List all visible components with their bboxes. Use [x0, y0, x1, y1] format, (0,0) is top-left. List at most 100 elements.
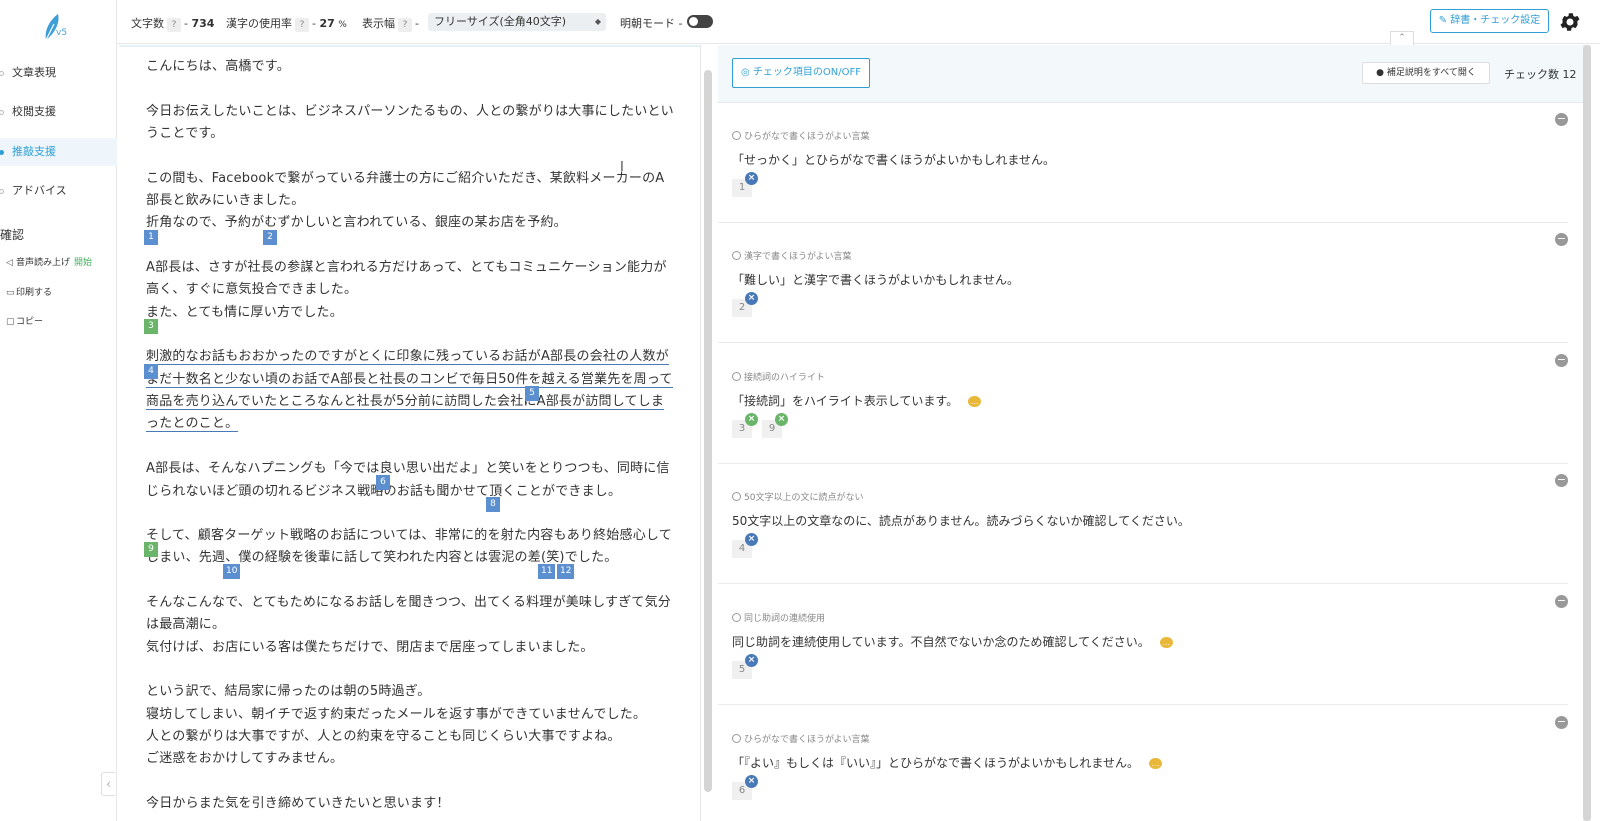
check-tag[interactable]: 9 ×	[762, 413, 788, 438]
note-bubble-icon[interactable]: …	[1149, 758, 1163, 769]
check-tag[interactable]: 5 ×	[732, 654, 758, 679]
editor-line: 寝坊してしまい、朝イチで返す約束だったメールを返す事ができていませんでした。	[146, 707, 647, 722]
check-tag[interactable]: 4 ×	[732, 533, 758, 558]
nav-item-advice[interactable]: アドバイス	[0, 180, 117, 202]
editor-line: は最高潮に。	[146, 617, 226, 632]
collapse-card-icon[interactable]: −	[1555, 716, 1568, 729]
text-cursor-icon: I	[620, 160, 624, 175]
open-all-notes-button[interactable]: ● 補足説明をすべて開く	[1362, 62, 1490, 84]
read-aloud-button[interactable]: ◁ 音声読み上げ 開始	[6, 255, 92, 268]
marker-9[interactable]: 9	[144, 542, 158, 557]
char-count: 文字数? - 734	[131, 15, 214, 32]
editor-line: 商品を売り込んでいたところなんと社長が5分前に訪問した会社にA部長が訪問してしま	[146, 390, 665, 410]
kanji-ratio: 漢字の使用率? - 27 %	[226, 15, 347, 32]
kanji-ratio-label: 漢字の使用率	[226, 17, 292, 30]
nav-item-bunsho-hyogen[interactable]: 文章表現	[0, 62, 117, 84]
check-category-label: ひらがなで書くほうがよい言葉	[744, 132, 870, 142]
toggle-check-items-button[interactable]: ◎ チェック項目のON/OFF	[732, 58, 870, 88]
marker-6[interactable]: 6	[376, 475, 390, 490]
collapse-card-icon[interactable]: −	[1555, 474, 1568, 487]
check-icon	[732, 131, 741, 140]
check-category-label: 同じ助詞の連続使用	[744, 614, 826, 624]
editor-line: この間も、Facebookで繋がっている弁護士の方にご紹介いただき、某飲料メーカ…	[146, 171, 665, 186]
check-tag-number: 2	[738, 302, 746, 313]
check-category-label: 漢字で書くほうがよい言葉	[744, 252, 852, 262]
marker-2[interactable]: 2	[263, 230, 277, 245]
check-results-panel: ◎ チェック項目のON/OFF ● 補足説明をすべて開く チェック数 12 − …	[718, 45, 1588, 821]
editor-line: 刺激的なお話もおおかったのですがとくに印象に残っているお話がA部長の会社の人数が	[146, 345, 669, 365]
check-category: 接続詞のハイライト	[732, 370, 825, 383]
help-icon[interactable]: ?	[295, 18, 309, 32]
note-bubble-icon[interactable]: …	[1159, 637, 1173, 648]
check-tag[interactable]: 3 ×	[732, 413, 758, 438]
dismiss-icon[interactable]: ×	[745, 292, 758, 305]
help-icon[interactable]: ?	[398, 18, 412, 32]
check-category-label: ひらがなで書くほうがよい言葉	[744, 735, 870, 745]
dismiss-icon[interactable]: ×	[745, 413, 758, 426]
collapse-card-icon[interactable]: −	[1555, 233, 1568, 246]
dictionary-settings-button[interactable]: ✎ 辞書・チェック設定	[1430, 9, 1549, 33]
pen-logo-icon[interactable]	[34, 12, 74, 42]
check-icon	[732, 372, 741, 381]
dismiss-icon[interactable]: ×	[775, 413, 788, 426]
display-width-label: 表示幅	[362, 17, 395, 30]
printer-icon: ▭	[6, 288, 15, 298]
nav-label: 校閲支援	[12, 105, 56, 118]
read-aloud-label: 音声読み上げ	[16, 258, 71, 268]
dismiss-icon[interactable]: ×	[745, 533, 758, 546]
editor-line: ご迷惑をおかけしてすみません。	[146, 751, 344, 766]
mincho-mode-toggle[interactable]	[687, 15, 713, 28]
dismiss-icon[interactable]: ×	[745, 775, 758, 788]
sidebar: v5 文章表現 校閲支援 推敲支援 アドバイス 確認 ◁ 音声読み上げ 開始 ▭印刷…	[0, 0, 117, 821]
check-message: 「接続詞」をハイライト表示しています。…	[732, 392, 982, 409]
check-tag-number: 6	[738, 785, 746, 796]
nav-item-suiko-shien[interactable]: 推敲支援	[0, 141, 117, 163]
marker-1[interactable]: 1	[144, 230, 158, 245]
gear-icon[interactable]	[1558, 10, 1582, 34]
nav-label: 推敲支援	[12, 145, 56, 158]
dismiss-icon[interactable]: ×	[745, 172, 758, 185]
check-tag-number: 3	[738, 423, 746, 434]
separator: -	[312, 17, 316, 30]
nav-label: アドバイス	[12, 184, 67, 197]
check-tag[interactable]: 2 ×	[732, 292, 758, 317]
check-tag-number: 4	[738, 543, 746, 554]
nav-item-koetsu-shien[interactable]: 校閲支援	[0, 101, 117, 123]
editor-line: 気付けば、お店にいる客は僕たちだけで、閉店まで居座ってしまいました。	[146, 640, 594, 655]
select-arrows-icon: ◆	[594, 17, 601, 26]
marker-8[interactable]: 8	[486, 497, 500, 512]
dismiss-icon[interactable]: ×	[745, 654, 758, 667]
note-bubble-icon[interactable]: …	[968, 396, 982, 407]
copy-label: コピー	[16, 317, 44, 327]
display-width-select[interactable]: フリーサイズ(全角40文字) ◆	[428, 13, 606, 31]
scrollbar-thumb[interactable]	[1583, 45, 1591, 821]
marker-5[interactable]: 5	[525, 386, 539, 401]
collapse-card-icon[interactable]: −	[1555, 595, 1568, 608]
read-aloud-start[interactable]: 開始	[74, 258, 92, 268]
editor-line: こんにちは、高橋です。	[146, 59, 290, 74]
check-tag[interactable]: 1 ×	[732, 172, 758, 197]
check-tag[interactable]: 6 ×	[732, 775, 758, 800]
dictionary-settings-label: 辞書・チェック設定	[1450, 15, 1541, 26]
clipboard-icon: ▢	[6, 317, 15, 327]
marker-12[interactable]: 12	[557, 564, 575, 579]
marker-3[interactable]: 3	[144, 319, 158, 334]
check-icon	[732, 251, 741, 260]
panel-scrollbar[interactable]	[1583, 45, 1591, 821]
check-card: − 同じ助詞の連続使用 同じ助詞を連続使用しています。不自然でないか念のため確認…	[718, 585, 1568, 705]
collapse-card-icon[interactable]: −	[1555, 354, 1568, 367]
editor-scrollbar[interactable]	[704, 70, 712, 792]
editor-line: A部長は、そんなハプニングも「今では良い思い出だよ」と笑いをとりつつも、同時に信	[146, 461, 670, 476]
text-editor[interactable]: こんにちは、高橋です。 今日お伝えしたいことは、ビジネスパーソンたるもの、人との…	[119, 45, 701, 821]
help-icon[interactable]: ?	[167, 18, 181, 32]
collapse-topbar-button[interactable]: ⌃	[1390, 31, 1414, 45]
toggle-knob	[689, 17, 698, 26]
marker-11[interactable]: 11	[538, 564, 556, 579]
copy-button[interactable]: ▢コピー	[6, 314, 43, 327]
marker-4[interactable]: 4	[144, 364, 158, 379]
topbar: 文字数? - 734 漢字の使用率? - 27 % 表示幅? - フリーサイズ(全角4…	[117, 0, 1600, 44]
collapse-card-icon[interactable]: −	[1555, 113, 1568, 126]
marker-10[interactable]: 10	[223, 564, 241, 579]
print-button[interactable]: ▭印刷する	[6, 285, 52, 298]
collapse-sidebar-button[interactable]: ‹	[101, 772, 115, 796]
